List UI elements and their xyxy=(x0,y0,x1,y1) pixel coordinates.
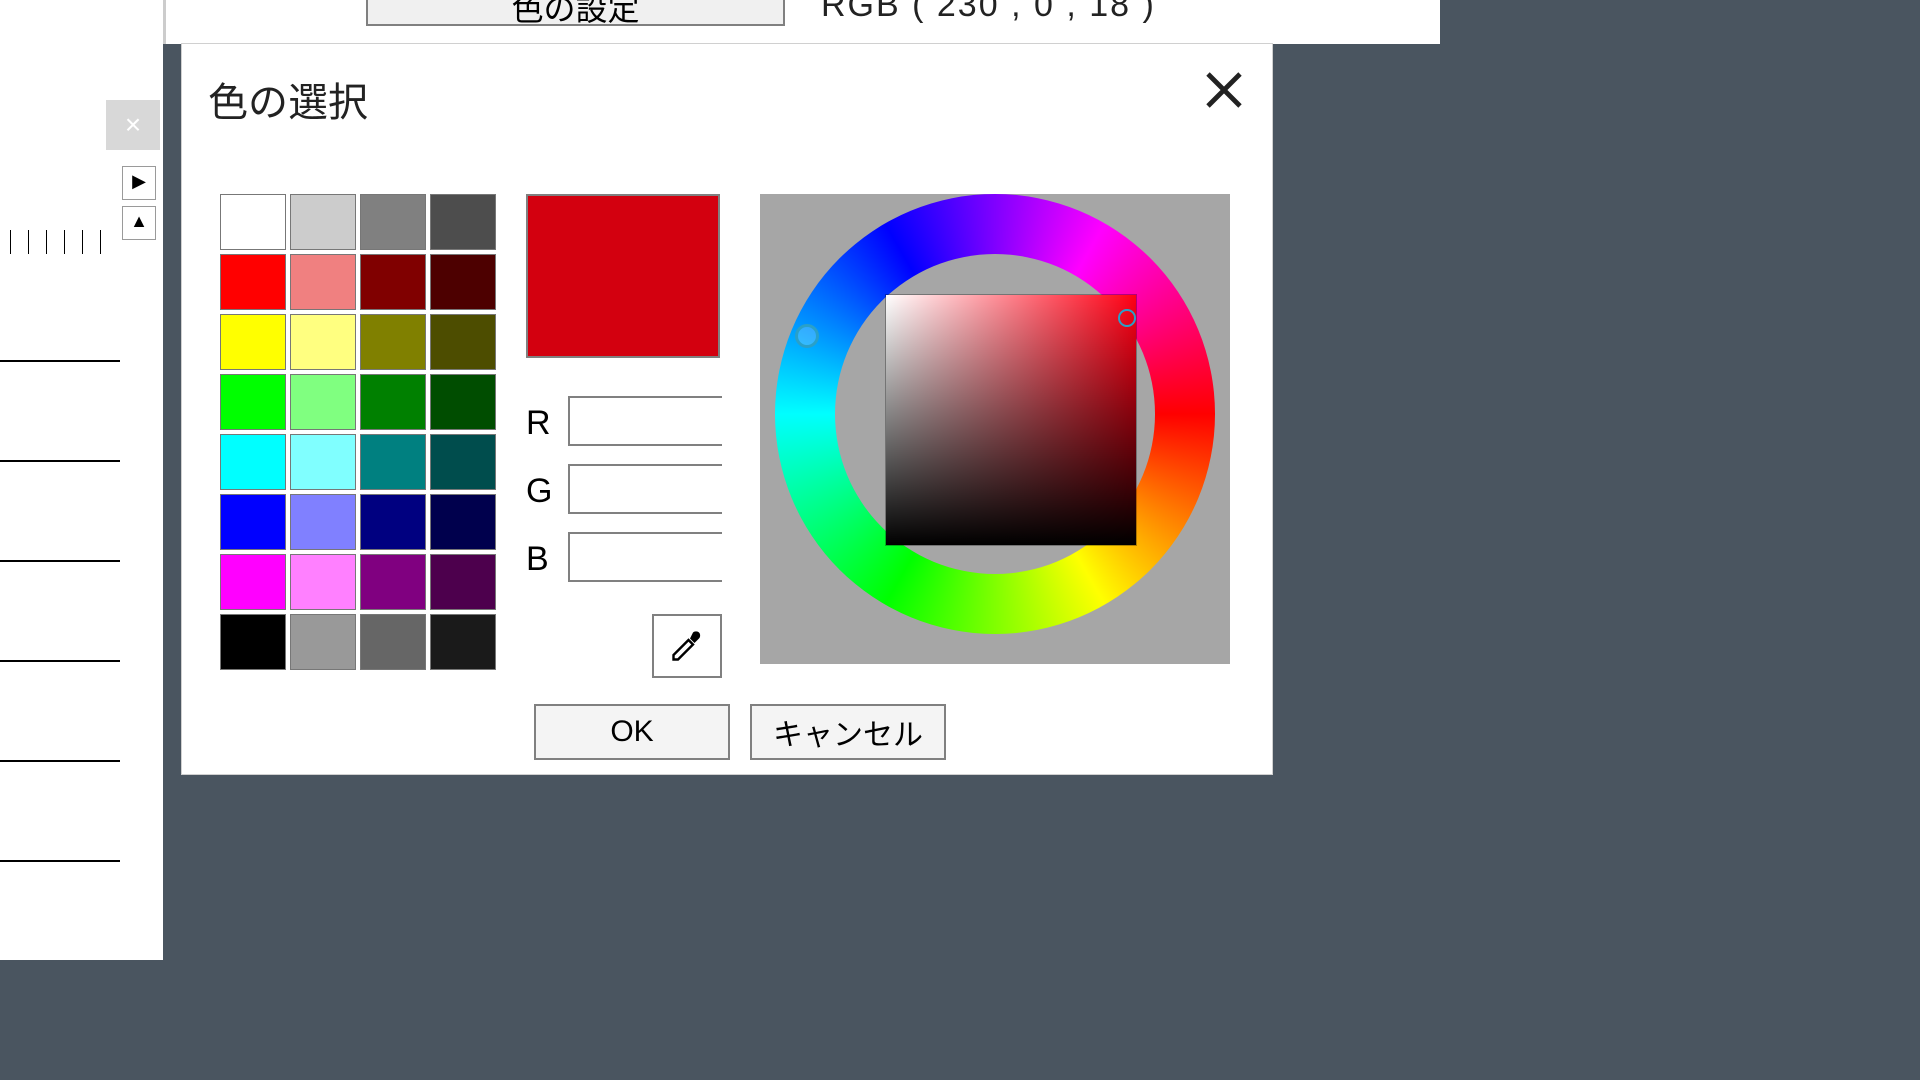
color-settings-button[interactable]: 色の設定 xyxy=(366,0,785,26)
swatch-grid xyxy=(220,194,496,670)
swatch[interactable] xyxy=(220,614,286,670)
rgb-row-b: B ▲▼ xyxy=(526,532,736,582)
rgb-row-g: G ▲▼ xyxy=(526,464,736,514)
swatch[interactable] xyxy=(220,494,286,550)
swatch[interactable] xyxy=(220,374,286,430)
parent-row-divider xyxy=(0,560,120,562)
swatch[interactable] xyxy=(360,614,426,670)
swatch[interactable] xyxy=(430,494,496,550)
color-wheel-area xyxy=(760,194,1230,664)
swatch[interactable] xyxy=(360,434,426,490)
up-icon[interactable]: ▲ xyxy=(122,206,156,240)
swatch[interactable] xyxy=(360,554,426,610)
hue-cursor[interactable] xyxy=(795,324,819,348)
dialog-title: 色の選択 xyxy=(208,70,368,128)
swatch[interactable] xyxy=(290,494,356,550)
swatch[interactable] xyxy=(290,314,356,370)
parent-top-strip: 色の設定 RGB ( 230 , 0 , 18 ) xyxy=(163,0,1440,44)
b-label: B xyxy=(526,540,549,579)
swatch[interactable] xyxy=(290,614,356,670)
swatch[interactable] xyxy=(430,554,496,610)
parent-row-divider xyxy=(0,860,120,862)
rgb-row-r: R ▲▼ xyxy=(526,396,736,446)
b-spinner[interactable]: ▲▼ xyxy=(568,532,722,582)
swatch[interactable] xyxy=(220,434,286,490)
r-spinner[interactable]: ▲▼ xyxy=(568,396,722,446)
g-spinner[interactable]: ▲▼ xyxy=(568,464,722,514)
swatch[interactable] xyxy=(430,314,496,370)
parent-row-divider xyxy=(0,660,120,662)
swatch[interactable] xyxy=(220,554,286,610)
swatch[interactable] xyxy=(430,374,496,430)
swatch[interactable] xyxy=(360,194,426,250)
swatch[interactable] xyxy=(430,194,496,250)
g-label: G xyxy=(526,472,552,511)
close-icon xyxy=(1200,66,1248,114)
swatch[interactable] xyxy=(220,254,286,310)
parent-row-divider xyxy=(0,460,120,462)
swatch[interactable] xyxy=(360,314,426,370)
color-picker-dialog: 色の選択 R ▲▼ G ▲▼ B ▲▼ xyxy=(182,44,1272,774)
swatch[interactable] xyxy=(290,374,356,430)
swatch[interactable] xyxy=(430,614,496,670)
eyedropper-button[interactable] xyxy=(652,614,722,678)
parent-side-panel: × ▶ ▲ xyxy=(0,0,163,960)
swatch[interactable] xyxy=(220,194,286,250)
color-preview xyxy=(526,194,720,358)
swatch[interactable] xyxy=(290,194,356,250)
parent-row-divider xyxy=(0,760,120,762)
swatch[interactable] xyxy=(430,254,496,310)
swatch[interactable] xyxy=(430,434,496,490)
swatch[interactable] xyxy=(360,254,426,310)
swatch[interactable] xyxy=(220,314,286,370)
swatch[interactable] xyxy=(360,374,426,430)
sv-box[interactable] xyxy=(885,294,1137,546)
parent-ruler xyxy=(0,200,120,280)
swatch[interactable] xyxy=(290,434,356,490)
play-icon[interactable]: ▶ xyxy=(122,166,156,200)
swatch[interactable] xyxy=(290,254,356,310)
cancel-button[interactable]: キャンセル xyxy=(750,704,946,760)
r-label: R xyxy=(526,404,551,443)
swatch[interactable] xyxy=(360,494,426,550)
close-button[interactable] xyxy=(1200,66,1248,114)
rgb-readout: RGB ( 230 , 0 , 18 ) xyxy=(821,0,1156,25)
ok-button[interactable]: OK xyxy=(534,704,730,760)
eyedropper-icon xyxy=(669,628,705,664)
swatch[interactable] xyxy=(290,554,356,610)
parent-row-divider xyxy=(0,360,120,362)
parent-tab-close[interactable]: × xyxy=(106,100,160,150)
